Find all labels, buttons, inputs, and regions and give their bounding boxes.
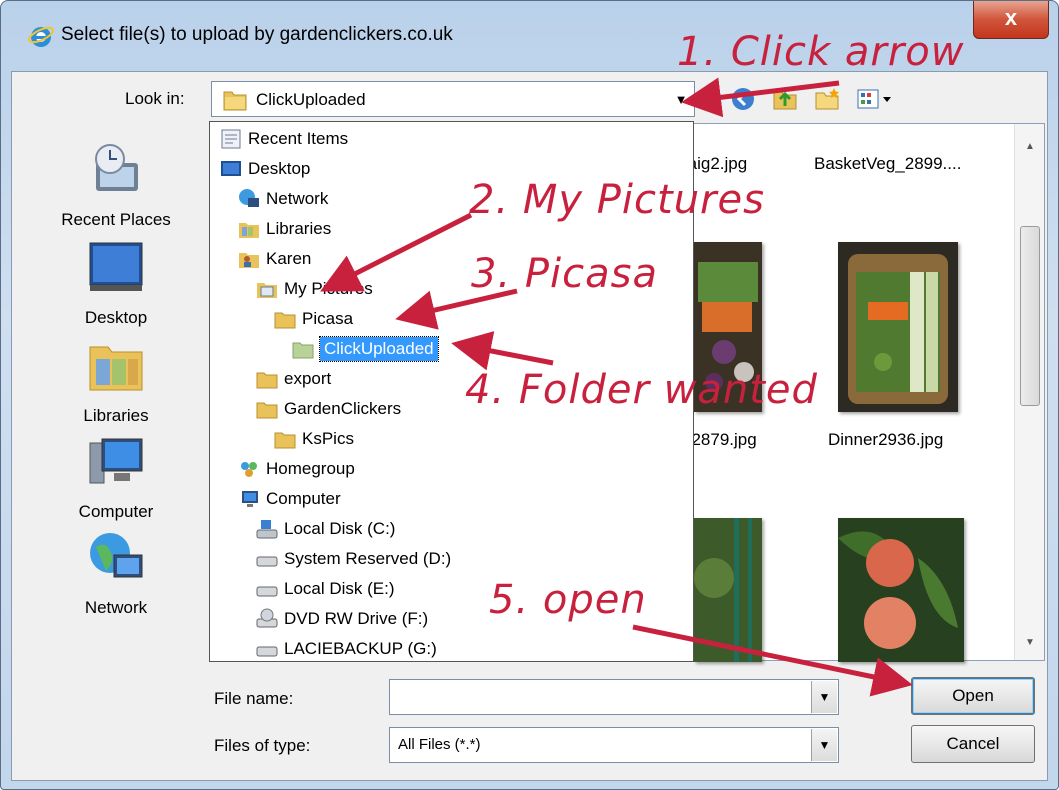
place-label: Recent Places bbox=[61, 210, 171, 229]
pictures-folder-icon bbox=[257, 283, 277, 298]
folder-icon bbox=[274, 432, 296, 449]
dropdown-item-kspics[interactable]: KsPics bbox=[274, 424, 354, 454]
dropdown-item-system-reserved-d[interactable]: System Reserved (D:) bbox=[256, 544, 451, 574]
file-type-value: All Files (*.*) bbox=[398, 736, 481, 753]
dropdown-item-picasa[interactable]: Picasa bbox=[274, 304, 353, 334]
desktop-icon bbox=[221, 161, 241, 176]
file-name-field[interactable]: ▼ bbox=[389, 679, 839, 715]
dropdown-item-network[interactable]: Network bbox=[238, 184, 328, 214]
close-icon: x bbox=[1004, 5, 1018, 30]
dropdown-item-dvd-rw-drive-f[interactable]: DVD RW Drive (F:) bbox=[256, 604, 428, 634]
folder-icon bbox=[223, 91, 247, 111]
network-icon bbox=[90, 533, 143, 578]
file-type-select[interactable]: All Files (*.*) ▼ bbox=[389, 727, 839, 763]
scroll-thumb[interactable] bbox=[1020, 226, 1040, 406]
window-title: Select file(s) to upload by gardenclicke… bbox=[61, 24, 453, 45]
photo-thumbnail[interactable] bbox=[838, 242, 958, 412]
dropdown-item-gardenclickers[interactable]: GardenClickers bbox=[256, 394, 401, 424]
place-label: Libraries bbox=[83, 406, 149, 425]
homegroup-icon bbox=[241, 462, 257, 477]
place-computer[interactable]: Computer bbox=[41, 433, 191, 522]
file-list-scrollbar[interactable]: ▲ ▼ bbox=[1014, 124, 1044, 660]
back-icon bbox=[732, 88, 754, 110]
file-type-dropdown-arrow[interactable]: ▼ bbox=[811, 729, 837, 761]
dropdown-item-karen[interactable]: Karen bbox=[238, 244, 311, 274]
folder-icon bbox=[274, 312, 296, 329]
dropdown-item-computer[interactable]: Computer bbox=[238, 484, 341, 514]
annotation-step-1: 1. Click arrow bbox=[677, 29, 965, 75]
dropdown-item-clickuploaded[interactable]: ClickUploaded bbox=[292, 334, 439, 364]
toolbar bbox=[729, 83, 895, 115]
dropdown-item-my-pictures[interactable]: My Pictures bbox=[256, 274, 373, 304]
photo-thumbnail[interactable] bbox=[694, 518, 762, 662]
libraries-icon bbox=[89, 346, 143, 391]
file-upload-dialog: Select file(s) to upload by gardenclicke… bbox=[0, 0, 1059, 790]
dropdown-item-laciebackup-g[interactable]: LACIEBACKUP (G:) bbox=[256, 634, 437, 661]
internet-explorer-icon bbox=[28, 26, 54, 47]
file-name-dropdown-arrow[interactable]: ▼ bbox=[811, 681, 837, 713]
recent-items-icon bbox=[221, 129, 241, 149]
folder-icon bbox=[256, 372, 278, 389]
annotation-step-2: 2. My Pictures bbox=[469, 177, 765, 223]
up-folder-icon bbox=[773, 91, 797, 110]
dropdown-item-libraries[interactable]: Libraries bbox=[238, 214, 331, 244]
file-type-label: Files of type: bbox=[214, 736, 311, 755]
dropdown-item-homegroup[interactable]: Homegroup bbox=[238, 454, 355, 484]
scroll-down-button[interactable]: ▼ bbox=[1015, 628, 1045, 658]
cancel-button[interactable]: Cancel bbox=[911, 725, 1035, 763]
file-name-label: BasketVeg_2899.... bbox=[814, 154, 962, 173]
up-folder-button[interactable] bbox=[771, 85, 799, 113]
place-label: Network bbox=[84, 598, 148, 617]
chevron-down-icon: ▼ bbox=[818, 738, 831, 752]
look-in-value: ClickUploaded bbox=[256, 90, 366, 109]
network-icon bbox=[239, 189, 259, 207]
dropdown-item-export[interactable]: export bbox=[256, 364, 331, 394]
look-in-combo[interactable]: ClickUploaded ▼ bbox=[211, 81, 695, 117]
dropdown-item-recent-items[interactable]: Recent Items bbox=[220, 124, 348, 154]
place-desktop[interactable]: Desktop bbox=[41, 239, 191, 328]
dropdown-item-local-disk-c[interactable]: Local Disk (C:) bbox=[256, 514, 395, 544]
file-name-label: File name: bbox=[214, 689, 294, 708]
drive-icon bbox=[256, 556, 278, 567]
place-recent-places[interactable]: Recent Places bbox=[41, 141, 191, 230]
chevron-up-icon: ▲ bbox=[1025, 141, 1035, 152]
scroll-up-button[interactable]: ▲ bbox=[1015, 132, 1045, 162]
dropdown-item-desktop[interactable]: Desktop bbox=[220, 154, 310, 184]
look-in-dropdown-arrow[interactable]: ▼ bbox=[670, 84, 692, 114]
system-drive-icon bbox=[256, 520, 278, 539]
new-folder-button[interactable] bbox=[813, 85, 841, 113]
computer-icon bbox=[242, 491, 258, 507]
file-name-label: Dinner2936.jpg bbox=[828, 430, 944, 449]
photo-thumbnail[interactable] bbox=[838, 518, 964, 662]
open-button[interactable]: Open bbox=[911, 677, 1035, 715]
look-in-label: Look in: bbox=[125, 89, 185, 108]
new-folder-icon bbox=[815, 88, 839, 110]
computer-icon bbox=[89, 438, 143, 484]
chevron-down-icon: ▼ bbox=[818, 690, 831, 704]
user-folder-icon bbox=[239, 253, 259, 268]
place-network[interactable]: Network bbox=[41, 529, 191, 618]
recent-places-icon bbox=[95, 144, 138, 191]
place-label: Computer bbox=[78, 502, 154, 521]
place-label: Desktop bbox=[84, 308, 148, 327]
close-button[interactable]: x bbox=[973, 1, 1049, 39]
folder-icon bbox=[292, 342, 314, 359]
dvd-drive-icon bbox=[256, 608, 278, 628]
folder-icon bbox=[256, 402, 278, 419]
libraries-icon bbox=[239, 223, 259, 238]
place-libraries[interactable]: Libraries bbox=[41, 337, 191, 426]
chevron-down-icon: ▼ bbox=[674, 91, 688, 107]
view-menu-button[interactable] bbox=[855, 85, 895, 113]
annotation-step-4: 4. Folder wanted bbox=[465, 367, 818, 413]
drive-icon bbox=[256, 646, 278, 657]
drive-icon bbox=[256, 586, 278, 597]
view-menu-icon bbox=[857, 89, 891, 109]
dropdown-item-local-disk-e[interactable]: Local Disk (E:) bbox=[256, 574, 395, 604]
annotation-step-5: 5. open bbox=[489, 577, 647, 623]
annotation-step-3: 3. Picasa bbox=[471, 251, 658, 297]
desktop-icon bbox=[89, 242, 143, 291]
back-button[interactable] bbox=[729, 85, 757, 113]
chevron-down-icon: ▼ bbox=[1025, 637, 1035, 648]
